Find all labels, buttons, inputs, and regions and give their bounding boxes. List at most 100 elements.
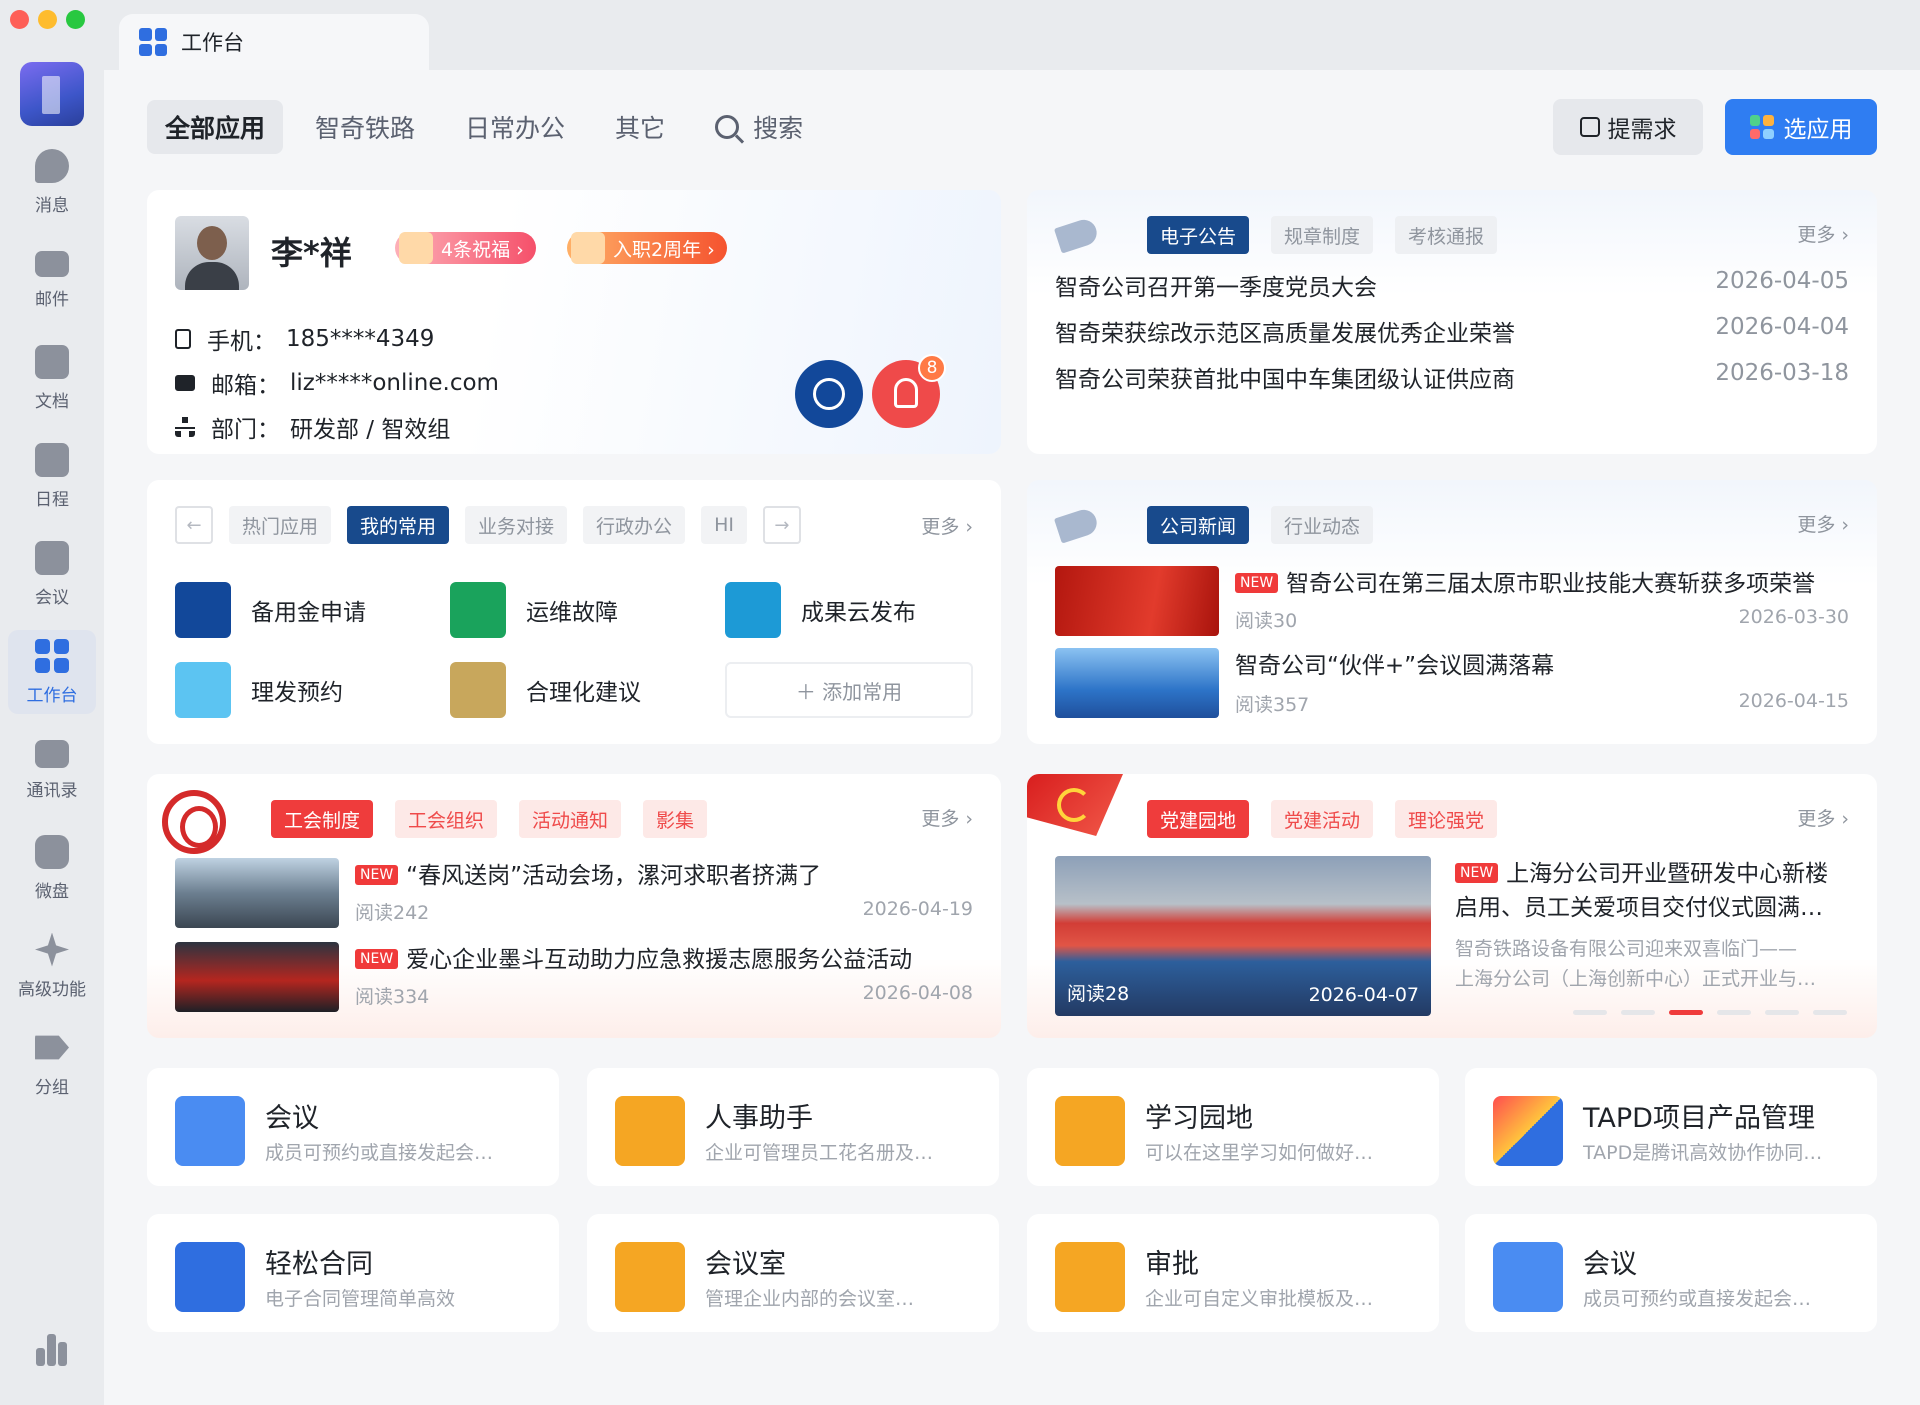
prev-arrow-button[interactable]: ← xyxy=(175,506,213,544)
list-item[interactable]: 智奇公司召开第一季度党员大会 2026-04-05 xyxy=(1055,268,1849,302)
tab-assessment[interactable]: 考核通报 xyxy=(1395,216,1498,254)
app-result-publish[interactable]: 成果云发布 xyxy=(725,582,916,638)
dept-row: 部门： 研发部 / 智效组 xyxy=(175,410,450,444)
carousel-dot[interactable] xyxy=(1765,1010,1799,1015)
party-news-image[interactable]: 阅读28 2026-04-07 xyxy=(1055,856,1431,1016)
sidebar-item-contacts[interactable]: 通讯录 xyxy=(8,728,96,812)
tab-workbench[interactable]: 工作台 xyxy=(119,14,429,70)
app-tile-hr[interactable]: 人事助手 企业可管理员工花名册及… xyxy=(587,1068,999,1186)
party-more-link[interactable]: 更多 › xyxy=(1797,804,1849,831)
tab-hi[interactable]: HI xyxy=(701,506,747,544)
carousel-dot[interactable] xyxy=(1669,1010,1703,1015)
news-title[interactable]: 智奇公司“伙伴+”会议圆满落幕 xyxy=(1235,646,1554,680)
stats-icon[interactable] xyxy=(36,1334,68,1366)
maximize-window-button[interactable] xyxy=(66,10,85,29)
frequent-apps-card: ← 热门应用 我的常用 业务对接 行政办公 HI → 更多 › 备用金申请 运维… xyxy=(147,480,1001,744)
party-news-title[interactable]: NEW 上海分公司开业暨研发中心新楼 xyxy=(1455,854,1828,888)
filter-others[interactable]: 其它 xyxy=(597,100,683,154)
news-title-text[interactable]: 启用、员工关爱项目交付仪式圆满… xyxy=(1455,888,1823,922)
app-tile-tapd[interactable]: TAPD项目产品管理 TAPD是腾讯高效协作协同… xyxy=(1465,1068,1877,1186)
tab-my-frequent[interactable]: 我的常用 xyxy=(347,506,450,544)
filter-zhiqi-railway[interactable]: 智奇铁路 xyxy=(297,100,433,154)
minimize-window-button[interactable] xyxy=(38,10,57,29)
avatar[interactable] xyxy=(175,216,249,290)
chat-bubble-icon xyxy=(35,148,69,183)
app-suggestion[interactable]: 合理化建议 xyxy=(450,662,641,718)
next-arrow-button[interactable]: → xyxy=(762,506,801,544)
tab-industry-news[interactable]: 行业动态 xyxy=(1271,506,1374,544)
app-tile-approval[interactable]: 审批 企业可自定义审批模板及… xyxy=(1027,1214,1439,1332)
app-tile-meeting-room[interactable]: 会议室 管理企业内部的会议室… xyxy=(587,1214,999,1332)
apps-more-link[interactable]: 更多 › xyxy=(921,512,973,539)
app-tile-meeting-2[interactable]: 会议 成员可预约或直接发起会… xyxy=(1465,1214,1877,1332)
union-more-link[interactable]: 更多 › xyxy=(921,804,973,831)
filter-daily-office[interactable]: 日常办公 xyxy=(447,100,583,154)
news-title[interactable]: NEW 爱心企业墨斗互动助力应急救援志愿服务公益活动 xyxy=(355,940,912,974)
sidebar-item-drive[interactable]: 微盘 xyxy=(8,826,96,910)
share-button[interactable] xyxy=(795,360,863,428)
piggy-bank-icon xyxy=(175,582,231,638)
user-management-button[interactable]: 8 xyxy=(872,354,946,428)
news-title[interactable]: NEW “春风送岗”活动会场，漯河求职者挤满了 xyxy=(355,856,821,890)
email-value: liz*****online.com xyxy=(290,370,499,396)
app-tile-contract[interactable]: 轻松合同 电子合同管理简单高效 xyxy=(147,1214,559,1332)
tab-e-notice[interactable]: 电子公告 xyxy=(1147,216,1250,254)
request-button[interactable]: 提需求 xyxy=(1553,99,1703,155)
sidebar-item-workbench[interactable]: 工作台 xyxy=(8,630,96,714)
filter-all-apps[interactable]: 全部应用 xyxy=(147,100,284,154)
news-thumbnail[interactable] xyxy=(1055,648,1219,718)
sidebar-item-calendar[interactable]: 日程 xyxy=(8,434,96,518)
tab-theory[interactable]: 理论强党 xyxy=(1395,800,1498,838)
app-tile-learning[interactable]: 学习园地 可以在这里学习如何做好… xyxy=(1027,1068,1439,1186)
news-thumbnail[interactable] xyxy=(175,942,339,1012)
news-thumbnail[interactable] xyxy=(175,858,339,928)
carousel-dot[interactable] xyxy=(1717,1010,1751,1015)
tab-admin[interactable]: 行政办公 xyxy=(583,506,686,544)
add-frequent-button[interactable]: ＋ 添加常用 xyxy=(725,662,973,718)
tapd-logo-icon xyxy=(1493,1096,1563,1166)
tab-party-activity[interactable]: 党建活动 xyxy=(1271,800,1374,838)
sidebar-item-meeting[interactable]: 会议 xyxy=(8,532,96,616)
profile-card: 李*祥 4条祝福 › 入职2周年 › 手机： 185****4349 邮箱： liz… xyxy=(147,190,1001,454)
news-title[interactable]: NEW 智奇公司在第三届太原市职业技能大赛斩获多项荣誉 xyxy=(1235,564,1815,598)
close-window-button[interactable] xyxy=(10,10,29,29)
document-icon xyxy=(35,344,69,379)
tab-activity-notice[interactable]: 活动通知 xyxy=(519,800,622,838)
sidebar-item-advanced[interactable]: 高级功能 xyxy=(8,924,96,1008)
carousel-dot[interactable] xyxy=(1621,1010,1655,1015)
tab-regulations[interactable]: 规章制度 xyxy=(1271,216,1374,254)
news-date: 2026-03-30 xyxy=(1738,606,1849,628)
list-item[interactable]: 智奇荣获综改示范区高质量发展优秀企业荣誉 2026-04-04 xyxy=(1055,314,1849,348)
news-title-text: 上海分公司开业暨研发中心新楼 xyxy=(1506,861,1829,887)
tab-business[interactable]: 业务对接 xyxy=(465,506,568,544)
notice-more-link[interactable]: 更多 › xyxy=(1797,220,1849,247)
search-button[interactable]: 搜索 xyxy=(697,100,821,154)
sidebar-item-mail[interactable]: 邮件 xyxy=(8,238,96,322)
tab-party-garden[interactable]: 党建园地 xyxy=(1147,800,1250,838)
sidebar-item-groups[interactable]: 分组 xyxy=(8,1022,96,1106)
news-thumbnail[interactable] xyxy=(1055,566,1219,636)
app-petty-cash[interactable]: 备用金申请 xyxy=(175,582,366,638)
tab-hot-apps[interactable]: 热门应用 xyxy=(229,506,332,544)
app-ops-fault[interactable]: 运维故障 xyxy=(450,582,618,638)
tile-name: 会议室 xyxy=(705,1249,786,1280)
news-more-link[interactable]: 更多 › xyxy=(1797,510,1849,537)
app-tile-meeting[interactable]: 会议 成员可预约或直接发起会… xyxy=(147,1068,559,1186)
select-apps-button[interactable]: 选应用 xyxy=(1725,99,1877,155)
company-logo[interactable] xyxy=(20,62,84,126)
tab-union-org[interactable]: 工会组织 xyxy=(395,800,498,838)
sidebar-item-docs[interactable]: 文档 xyxy=(8,336,96,420)
carousel-dot[interactable] xyxy=(1573,1010,1607,1015)
carousel-dot[interactable] xyxy=(1813,1010,1847,1015)
anniversary-badge[interactable]: 入职2周年 › xyxy=(567,232,727,264)
workbench-grid-icon xyxy=(35,638,69,673)
tab-union-policy[interactable]: 工会制度 xyxy=(271,800,374,838)
app-haircut-booking[interactable]: 理发预约 xyxy=(175,662,343,718)
list-item[interactable]: 智奇公司荣获首批中国中车集团级认证供应商 2026-03-18 xyxy=(1055,360,1849,394)
tab-album[interactable]: 影集 xyxy=(643,800,708,838)
sidebar-item-messages[interactable]: 消息 xyxy=(8,140,96,224)
app-label: 理发预约 xyxy=(251,680,343,706)
tab-company-news[interactable]: 公司新闻 xyxy=(1147,506,1250,544)
phone-value: 185****4349 xyxy=(286,326,435,352)
wishes-badge[interactable]: 4条祝福 › xyxy=(395,232,536,264)
